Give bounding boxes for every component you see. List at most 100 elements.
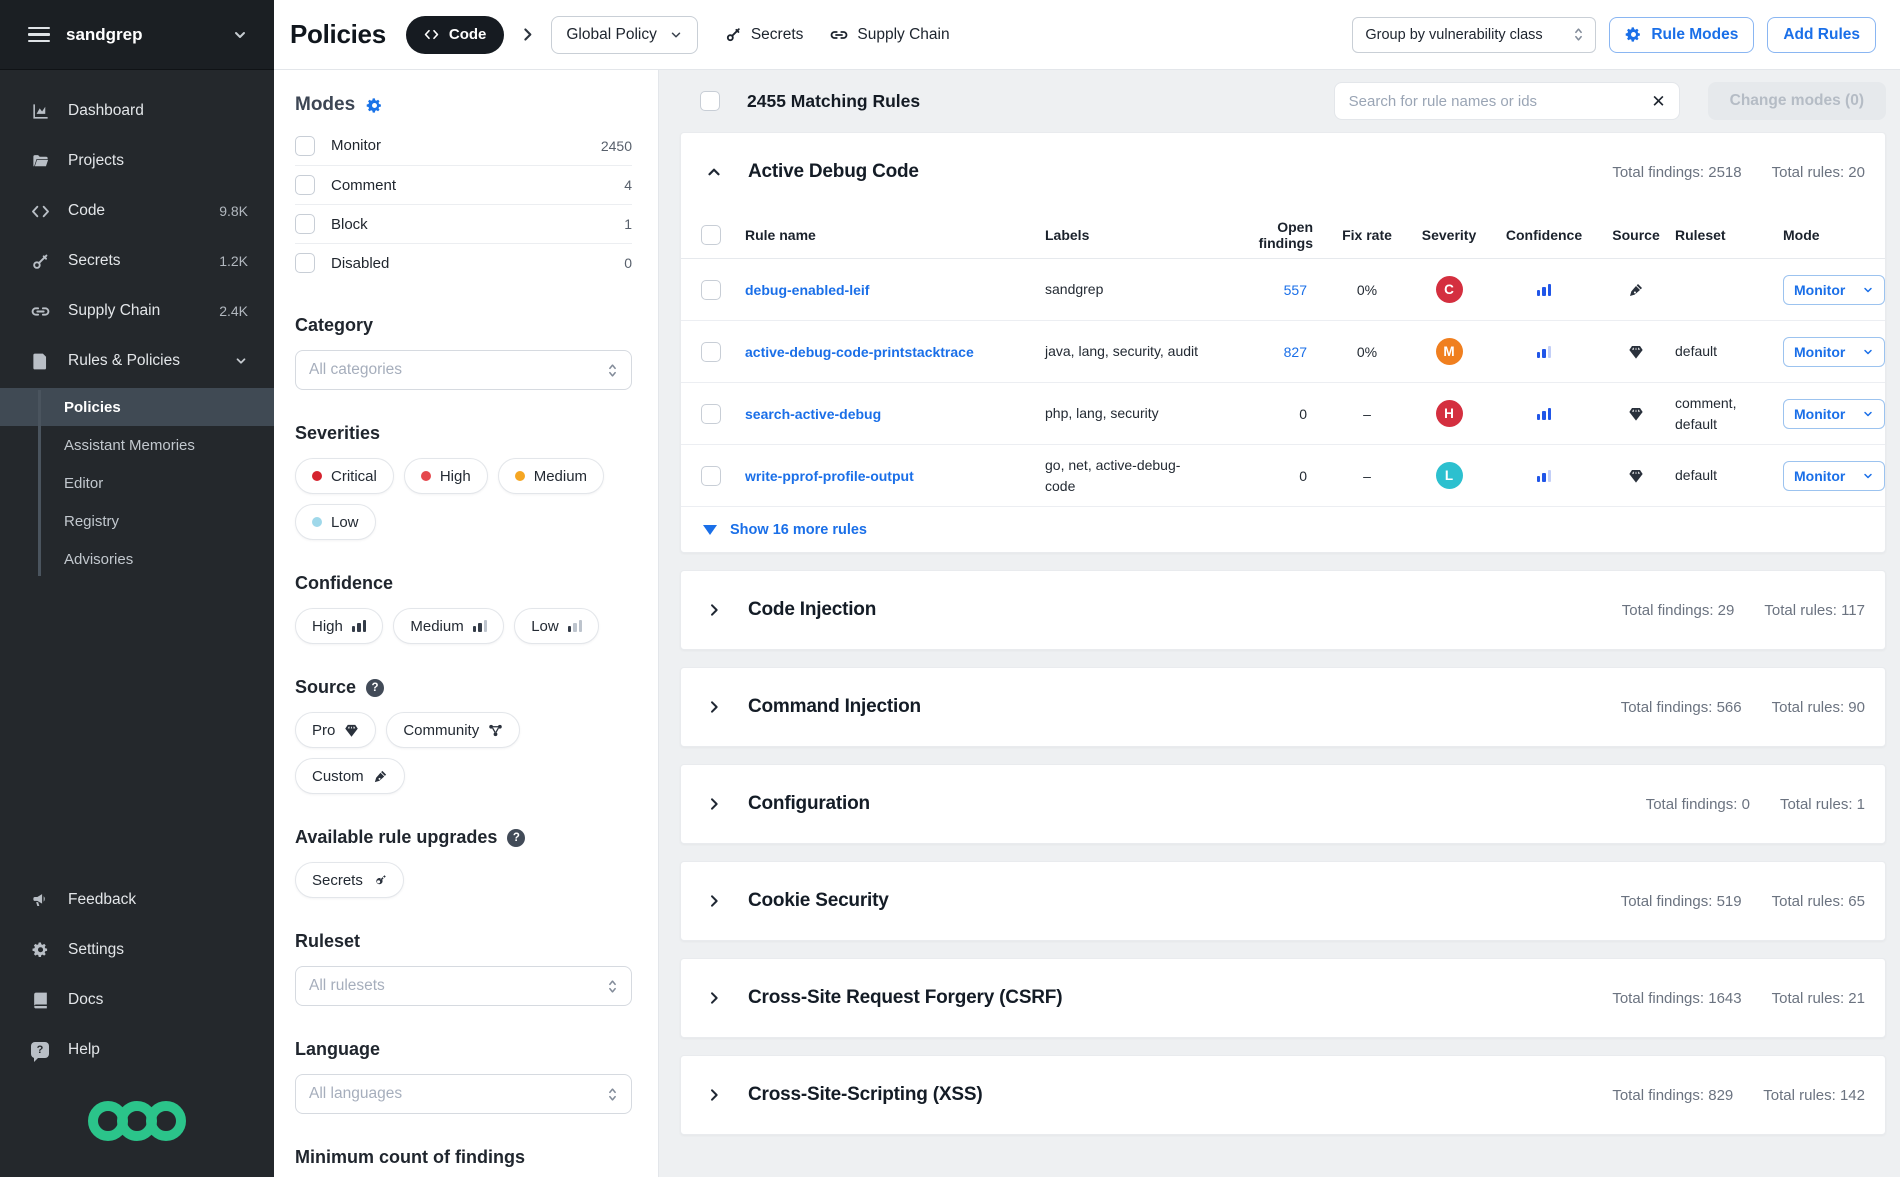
tab-supply-chain[interactable]: Supply Chain	[830, 26, 949, 44]
sidebar-footer: Feedback Settings Docs ? Help	[0, 875, 274, 1177]
sidebar-item-rules-policies[interactable]: Rules & Policies	[0, 336, 274, 386]
row-checkbox[interactable]	[701, 466, 721, 486]
policy-selector[interactable]: Global Policy	[551, 16, 697, 54]
change-modes-button[interactable]: Change modes (0)	[1708, 82, 1886, 120]
chevron-right-icon[interactable]	[701, 990, 727, 1006]
chevron-right-icon[interactable]	[701, 602, 727, 618]
mode-filter-disabled[interactable]: Disabled 0	[295, 243, 632, 282]
rule-group-configuration[interactable]: Configuration Total findings: 0Total rul…	[680, 764, 1886, 844]
tab-secrets[interactable]: Secrets	[725, 26, 804, 44]
open-findings: 0	[1225, 468, 1327, 484]
sidebar-item-dashboard[interactable]: Dashboard	[0, 86, 274, 136]
confidence-chip-medium[interactable]: Medium	[393, 608, 504, 644]
logo-ring	[146, 1101, 186, 1141]
help-circle-icon[interactable]: ?	[366, 679, 384, 697]
rule-name-link[interactable]: search-active-debug	[745, 406, 1045, 422]
add-rules-button[interactable]: Add Rules	[1767, 17, 1876, 53]
row-checkbox[interactable]	[701, 280, 721, 300]
category-placeholder: All categories	[309, 361, 402, 379]
mode-filter-block[interactable]: Block 1	[295, 204, 632, 243]
checkbox[interactable]	[295, 214, 315, 234]
sidebar-item-registry[interactable]: Registry	[0, 502, 274, 540]
sidebar-item-secrets[interactable]: Secrets 1.2K	[0, 236, 274, 286]
severity-dot-icon	[515, 471, 525, 481]
severity-chip-high[interactable]: High	[404, 458, 488, 494]
chevron-down-icon	[1862, 470, 1874, 482]
row-checkbox[interactable]	[701, 404, 721, 424]
group-by-select[interactable]: Group by vulnerability class	[1352, 17, 1596, 53]
mode-select[interactable]: Monitor	[1783, 275, 1885, 305]
sidebar-item-feedback[interactable]: Feedback	[0, 875, 274, 925]
select-all-checkbox[interactable]	[700, 91, 720, 111]
checkbox[interactable]	[295, 253, 315, 273]
severity-chip-medium[interactable]: Medium	[498, 458, 604, 494]
sidebar-item-label: Docs	[68, 991, 103, 1009]
sidebar-item-help[interactable]: ? Help	[0, 1025, 274, 1075]
sidebar-item-docs[interactable]: Docs	[0, 975, 274, 1025]
confidence-chip-high[interactable]: High	[295, 608, 383, 644]
chevron-right-icon[interactable]	[701, 796, 727, 812]
gear-icon[interactable]	[366, 97, 383, 114]
checkbox[interactable]	[295, 175, 315, 195]
help-circle-icon[interactable]: ?	[507, 829, 525, 847]
clear-search-icon[interactable]: ✕	[1651, 93, 1665, 110]
source-chip-custom[interactable]: Custom	[295, 758, 405, 794]
fix-rate: –	[1327, 406, 1407, 422]
sidebar-item-projects[interactable]: Projects	[0, 136, 274, 186]
mode-select[interactable]: Monitor	[1783, 461, 1885, 491]
severity-chip-critical[interactable]: Critical	[295, 458, 394, 494]
sidebar-item-policies[interactable]: Policies	[0, 388, 274, 426]
rule-search[interactable]: ✕	[1334, 82, 1680, 120]
chevron-right-icon[interactable]	[701, 1087, 727, 1103]
rule-group-xss[interactable]: Cross-Site-Scripting (XSS) Total finding…	[680, 1055, 1886, 1135]
severity-chip-low[interactable]: Low	[295, 504, 376, 540]
confidence-cell	[1491, 470, 1597, 482]
group-header[interactable]: Active Debug Code Total findings: 2518 T…	[681, 133, 1885, 211]
megaphone-icon	[30, 890, 50, 910]
link-icon	[30, 301, 50, 321]
ruleset-select[interactable]: All rulesets	[295, 966, 632, 1006]
confidence-chip-low[interactable]: Low	[514, 608, 599, 644]
chevron-up-icon[interactable]	[701, 163, 727, 181]
source-chip-pro[interactable]: Pro	[295, 712, 376, 748]
mode-select[interactable]: Monitor	[1783, 337, 1885, 367]
language-select[interactable]: All languages	[295, 1074, 632, 1114]
sidebar-item-editor[interactable]: Editor	[0, 464, 274, 502]
chevron-right-icon[interactable]	[701, 699, 727, 715]
tab-code[interactable]: Code	[406, 16, 505, 54]
rule-name-link[interactable]: active-debug-code-printstacktrace	[745, 344, 1045, 360]
rule-search-input[interactable]	[1349, 93, 1644, 110]
checkbox[interactable]	[295, 136, 315, 156]
sidebar-item-advisories[interactable]: Advisories	[0, 540, 274, 578]
open-findings-link[interactable]: 557	[1225, 282, 1327, 298]
menu-icon[interactable]	[28, 27, 50, 43]
fix-rate: 0%	[1327, 344, 1407, 360]
severity-dot-icon	[312, 517, 322, 527]
sidebar-item-settings[interactable]: Settings	[0, 925, 274, 975]
row-checkbox[interactable]	[701, 342, 721, 362]
source-title-row: Source ?	[295, 677, 632, 698]
org-switcher[interactable]: sandgrep	[0, 0, 274, 70]
mode-filter-monitor[interactable]: Monitor 2450	[295, 126, 632, 165]
group-select-checkbox[interactable]	[701, 225, 721, 245]
sidebar-item-supply-chain[interactable]: Supply Chain 2.4K	[0, 286, 274, 336]
source-cell	[1597, 282, 1675, 298]
open-findings-link[interactable]: 827	[1225, 344, 1327, 360]
rule-name-link[interactable]: debug-enabled-leif	[745, 282, 1045, 298]
category-select[interactable]: All categories	[295, 350, 632, 390]
mode-filter-comment[interactable]: Comment 4	[295, 165, 632, 204]
rule-group-code-injection[interactable]: Code Injection Total findings: 29Total r…	[680, 570, 1886, 650]
mode-select[interactable]: Monitor	[1783, 399, 1885, 429]
sidebar-item-assistant-memories[interactable]: Assistant Memories	[0, 426, 274, 464]
page-title: Policies	[290, 19, 386, 50]
sidebar-item-code[interactable]: Code 9.8K	[0, 186, 274, 236]
rule-modes-button[interactable]: Rule Modes	[1609, 17, 1754, 53]
show-more-rules-link[interactable]: Show 16 more rules	[681, 507, 1885, 552]
upgrade-chip-secrets[interactable]: Secrets	[295, 862, 404, 898]
rule-group-cookie-security[interactable]: Cookie Security Total findings: 519Total…	[680, 861, 1886, 941]
rule-group-command-injection[interactable]: Command Injection Total findings: 566Tot…	[680, 667, 1886, 747]
source-chip-community[interactable]: Community	[386, 712, 520, 748]
rule-group-csrf[interactable]: Cross-Site Request Forgery (CSRF) Total …	[680, 958, 1886, 1038]
rule-name-link[interactable]: write-pprof-profile-output	[745, 468, 1045, 484]
chevron-right-icon[interactable]	[701, 893, 727, 909]
